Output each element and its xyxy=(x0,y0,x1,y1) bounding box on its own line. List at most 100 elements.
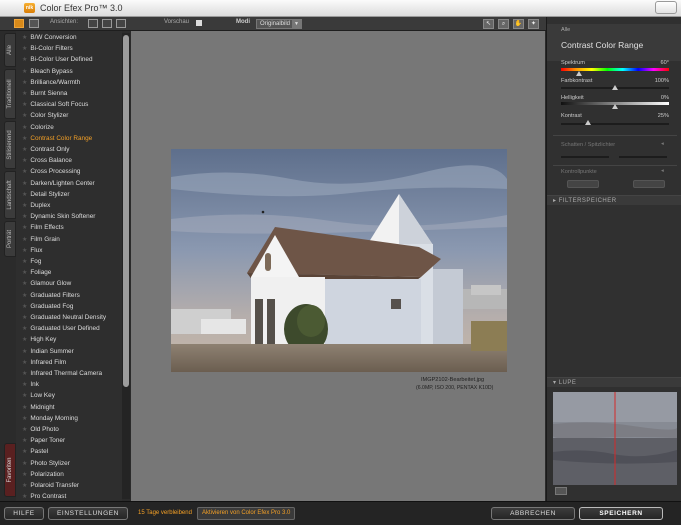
settings-button[interactable]: EINSTELLUNGEN xyxy=(48,507,128,520)
split-view-icon[interactable] xyxy=(102,19,112,28)
filter-item[interactable]: ★ Paper Toner xyxy=(16,435,122,446)
filter-item[interactable]: ★ Pastel xyxy=(16,446,122,457)
filter-item[interactable]: ★ Classical Soft Focus xyxy=(16,99,122,110)
tab-portrait[interactable]: Porträt xyxy=(4,221,16,257)
tab-favorites[interactable]: Favoriten xyxy=(4,443,16,497)
favorite-star-icon[interactable]: ★ xyxy=(22,494,27,500)
favorite-star-icon[interactable]: ★ xyxy=(22,102,27,108)
color-contrast-slider-knob[interactable] xyxy=(612,85,618,90)
scrollbar-thumb[interactable] xyxy=(123,35,129,387)
filter-memory-section[interactable]: ▸ FILTERSPEICHER xyxy=(547,195,681,205)
filter-item[interactable]: ★ Ink xyxy=(16,379,122,390)
tab-all[interactable]: Alle xyxy=(4,33,16,67)
subtract-control-point-button[interactable] xyxy=(633,180,665,188)
filter-item[interactable]: ★ Graduated User Defined xyxy=(16,323,122,334)
preview-image[interactable] xyxy=(171,149,507,372)
favorite-star-icon[interactable]: ★ xyxy=(22,326,27,332)
filter-item[interactable]: ★ Flux xyxy=(16,245,122,256)
filter-item[interactable]: ★ Cross Processing xyxy=(16,166,122,177)
filter-item[interactable]: ★ Glamour Glow xyxy=(16,278,122,289)
tab-landscape[interactable]: Landschaft xyxy=(4,171,16,219)
favorite-star-icon[interactable]: ★ xyxy=(22,69,27,75)
favorite-star-icon[interactable]: ★ xyxy=(22,281,27,287)
filter-item[interactable]: ★ Graduated Neutral Density xyxy=(16,312,122,323)
brightness-slider-knob[interactable] xyxy=(612,104,618,109)
single-view-icon[interactable] xyxy=(88,19,98,28)
side-by-side-view-icon[interactable] xyxy=(116,19,126,28)
favorite-star-icon[interactable]: ★ xyxy=(22,181,27,187)
favorite-star-icon[interactable]: ★ xyxy=(22,461,27,467)
preview-checkbox[interactable] xyxy=(196,20,202,26)
filter-item[interactable]: ★ Duplex xyxy=(16,200,122,211)
filter-item[interactable]: ★ High Key xyxy=(16,334,122,345)
filter-item[interactable]: ★ Burnt Sienna xyxy=(16,88,122,99)
favorite-star-icon[interactable]: ★ xyxy=(22,472,27,478)
filter-item[interactable]: ★ Darken/Lighten Center xyxy=(16,178,122,189)
pin-tool-icon[interactable]: ✦ xyxy=(528,19,539,29)
favorite-star-icon[interactable]: ★ xyxy=(22,192,27,198)
filter-item[interactable]: ★ Bi-Color Filters xyxy=(16,43,122,54)
filter-item[interactable]: ★ Fog xyxy=(16,256,122,267)
filter-list-view-icon[interactable] xyxy=(14,19,24,28)
favorite-star-icon[interactable]: ★ xyxy=(22,405,27,411)
filter-item[interactable]: ★ Bi-Color User Defined xyxy=(16,54,122,65)
filter-item[interactable]: ★ Infrared Film xyxy=(16,357,122,368)
favorite-star-icon[interactable]: ★ xyxy=(22,158,27,164)
highlights-slider[interactable] xyxy=(619,156,667,158)
favorite-star-icon[interactable]: ★ xyxy=(22,35,27,41)
favorite-star-icon[interactable]: ★ xyxy=(22,237,27,243)
favorite-star-icon[interactable]: ★ xyxy=(22,46,27,52)
favorite-star-icon[interactable]: ★ xyxy=(22,225,27,231)
filter-item[interactable]: ★ Colorize xyxy=(16,122,122,133)
favorite-star-icon[interactable]: ★ xyxy=(22,438,27,444)
filter-item[interactable]: ★ Detail Stylizer xyxy=(16,189,122,200)
favorite-star-icon[interactable]: ★ xyxy=(22,113,27,119)
close-window-button[interactable] xyxy=(655,1,677,14)
filter-item[interactable]: ★ Graduated Filters xyxy=(16,290,122,301)
filter-item[interactable]: ★ Contrast Color Range xyxy=(16,133,122,144)
favorite-star-icon[interactable]: ★ xyxy=(22,203,27,209)
favorite-star-icon[interactable]: ★ xyxy=(22,259,27,265)
favorite-star-icon[interactable]: ★ xyxy=(22,337,27,343)
filter-item[interactable]: ★ Brilliance/Warmth xyxy=(16,77,122,88)
filter-item[interactable]: ★ Monday Morning xyxy=(16,413,122,424)
favorite-star-icon[interactable]: ★ xyxy=(22,416,27,422)
favorite-star-icon[interactable]: ★ xyxy=(22,169,27,175)
favorite-star-icon[interactable]: ★ xyxy=(22,270,27,276)
contrast-slider[interactable] xyxy=(561,123,669,125)
favorite-star-icon[interactable]: ★ xyxy=(22,91,27,97)
hand-tool-icon[interactable]: ✋ xyxy=(513,19,524,29)
filter-list-scrollbar[interactable] xyxy=(122,33,130,499)
shadows-expand-icon[interactable]: ◂ xyxy=(661,141,664,147)
favorite-star-icon[interactable]: ★ xyxy=(22,382,27,388)
favorite-star-icon[interactable]: ★ xyxy=(22,214,27,220)
favorite-star-icon[interactable]: ★ xyxy=(22,449,27,455)
filter-item[interactable]: ★ Photo Stylizer xyxy=(16,458,122,469)
filter-item[interactable]: ★ Film Effects xyxy=(16,222,122,233)
filter-item[interactable]: ★ Cross Balance xyxy=(16,155,122,166)
favorite-star-icon[interactable]: ★ xyxy=(22,147,27,153)
filter-item[interactable]: ★ B/W Conversion xyxy=(16,32,122,43)
contrast-slider-knob[interactable] xyxy=(585,120,591,125)
help-button[interactable]: HILFE xyxy=(4,507,44,520)
filter-item[interactable]: ★ Midnight xyxy=(16,402,122,413)
move-tool-icon[interactable]: ↖ xyxy=(483,19,494,29)
thumbnail-view-icon[interactable] xyxy=(29,19,39,28)
filter-item[interactable]: ★ Infrared Thermal Camera xyxy=(16,368,122,379)
favorite-star-icon[interactable]: ★ xyxy=(22,349,27,355)
favorite-star-icon[interactable]: ★ xyxy=(22,393,27,399)
filter-item[interactable]: ★ Bleach Bypass xyxy=(16,66,122,77)
filter-item[interactable]: ★ Indian Summer xyxy=(16,346,122,357)
favorite-star-icon[interactable]: ★ xyxy=(22,80,27,86)
zoom-tool-icon[interactable]: ⌕ xyxy=(498,19,509,29)
favorite-star-icon[interactable]: ★ xyxy=(22,371,27,377)
favorite-star-icon[interactable]: ★ xyxy=(22,304,27,310)
favorite-star-icon[interactable]: ★ xyxy=(22,57,27,63)
spectrum-slider-knob[interactable] xyxy=(576,71,583,76)
activate-button[interactable]: Aktivieren von Color Efex Pro 3.0 xyxy=(197,507,296,520)
loupe-section[interactable]: ▾ LUPE xyxy=(547,377,681,387)
filter-item[interactable]: ★ Graduated Fog xyxy=(16,301,122,312)
favorite-star-icon[interactable]: ★ xyxy=(22,136,27,142)
loupe-pin-icon[interactable] xyxy=(555,487,567,495)
filter-item[interactable]: ★ Old Photo xyxy=(16,424,122,435)
